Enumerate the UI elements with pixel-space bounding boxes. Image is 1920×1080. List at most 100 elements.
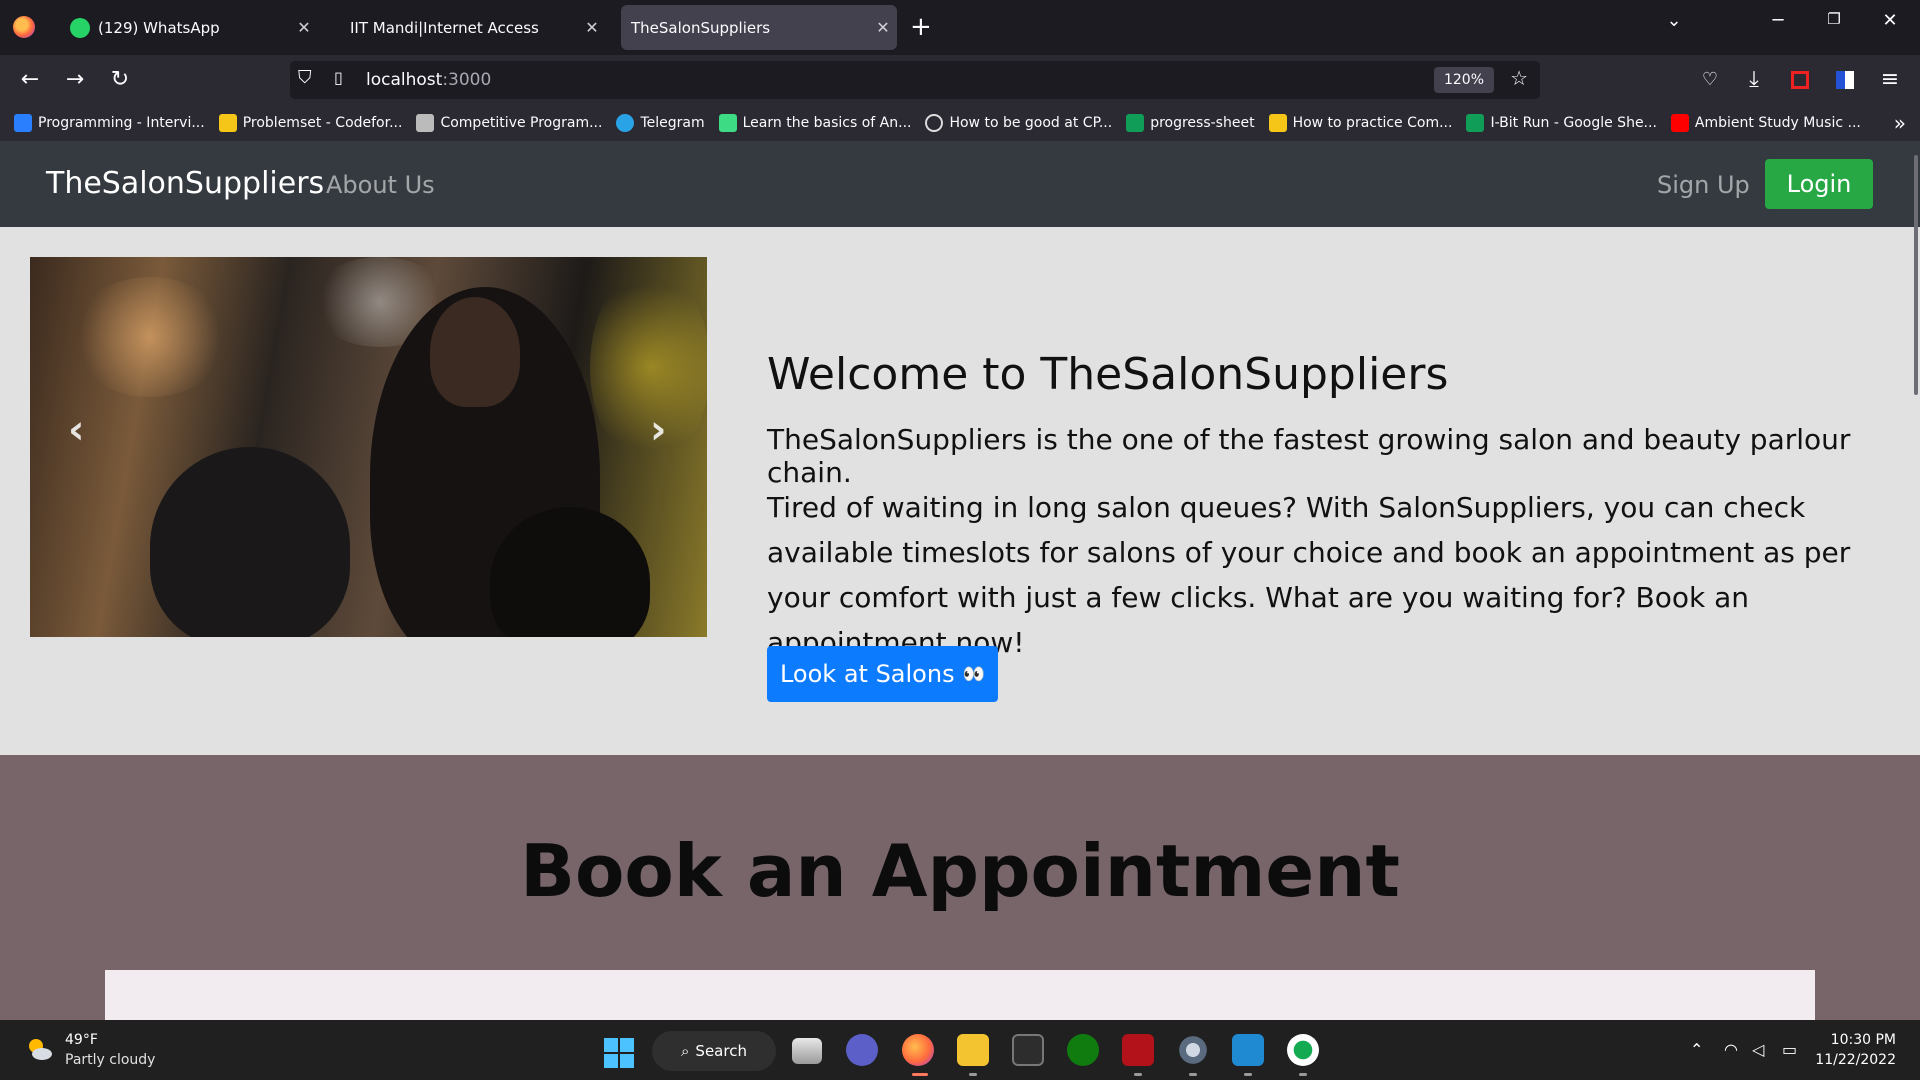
forward-icon[interactable]: → [59,65,91,95]
bookmark-favicon-icon [616,114,635,132]
xbox-icon[interactable] [1067,1034,1099,1066]
running-app-indicator [1134,1073,1142,1076]
firefox-icon[interactable] [13,16,35,38]
pocket-icon[interactable]: ♡ [1694,65,1726,95]
battery-icon[interactable]: ▭ [1782,1040,1797,1059]
page-viewport: TheSalonSuppliers About Us Sign Up Login… [0,141,1920,1020]
partly-cloudy-icon[interactable] [24,1034,54,1064]
tray-overflow-chevron-icon[interactable]: ⌃ [1690,1040,1703,1059]
search-icon: ⌕ [681,1042,690,1060]
bookmark-label: Problemset - Codefor... [242,115,403,131]
terminal-icon[interactable] [1012,1034,1044,1066]
carousel-next-icon[interactable]: › [650,407,666,453]
wifi-icon[interactable]: ◠ [1724,1040,1738,1059]
more-bookmarks-icon[interactable]: » [1894,111,1906,135]
carousel-prev-icon[interactable]: ‹ [68,407,84,453]
bookmark-item[interactable]: How to practice Com... [1268,114,1453,132]
tab-whatsapp[interactable]: (129) WhatsApp ✕ [56,5,318,50]
page-scrollbar[interactable] [1914,155,1918,395]
zoom-level-badge[interactable]: 120% [1433,67,1494,93]
settings-gear-icon[interactable] [1177,1034,1209,1066]
eyes-emoji-icon: 👀 [962,663,986,685]
reload-icon[interactable]: ↻ [104,65,136,95]
clock-time[interactable]: 10:30 PM [1831,1032,1896,1048]
tab-title: TheSalonSuppliers [631,18,771,37]
task-view-icon[interactable] [792,1038,822,1064]
firefox-taskbar-icon[interactable] [902,1034,934,1066]
volume-icon[interactable]: ◁ [1752,1040,1764,1059]
weather-description[interactable]: Partly cloudy [65,1052,155,1068]
close-tab-icon[interactable]: ✕ [869,18,897,37]
carousel-person-shape [430,297,520,407]
bookmark-favicon-icon [14,114,32,132]
bookmark-label: How to practice Com... [1292,115,1453,131]
vscode-icon[interactable] [1232,1034,1264,1066]
site-brand[interactable]: TheSalonSuppliers [46,166,324,201]
tab-thesalonsuppliers[interactable]: TheSalonSuppliers ✕ [621,5,897,50]
carousel-person-shape [150,447,350,637]
nav-link-sign-up[interactable]: Sign Up [1657,171,1750,199]
close-tab-icon[interactable]: ✕ [290,18,318,37]
download-icon[interactable]: ⤓ [1738,65,1770,95]
tab-bar: (129) WhatsApp ✕ IIT Mandi|Internet Acce… [0,0,1920,55]
carousel-light-blur [590,267,707,467]
red-app-icon[interactable] [1122,1034,1154,1066]
hero-subtitle: TheSalonSuppliers is the one of the fast… [767,423,1851,489]
bookmark-label: I-Bit Run - Google She... [1490,115,1657,131]
bookmark-label: Telegram [640,115,705,131]
bookmark-item[interactable]: Programming - Intervi... [14,114,205,132]
whatsapp-icon [70,17,90,38]
bookmark-favicon-icon [1126,114,1145,132]
look-at-salons-button[interactable]: Look at Salons 👀 [767,646,998,702]
bookmark-favicon-icon [1268,114,1287,132]
minimize-button[interactable]: ─ [1758,10,1798,31]
taskbar-search-button[interactable]: ⌕ Search [652,1031,776,1071]
bookmark-item[interactable]: I-Bit Run - Google She... [1466,114,1657,132]
search-label: Search [695,1042,747,1060]
back-icon[interactable]: ← [14,65,46,95]
weather-temperature[interactable]: 49°F [65,1032,98,1048]
restore-button[interactable]: ❐ [1814,10,1854,28]
page-info-icon[interactable]: ▯ [334,68,343,87]
bookmark-item[interactable]: How to be good at CP... [925,114,1112,132]
new-tab-button[interactable]: + [910,12,932,42]
bookmark-item[interactable]: Problemset - Codefor... [218,114,403,132]
carousel-light-blur [70,277,230,397]
address-bar[interactable]: ⛉ ▯ localhost:3000 120% ☆ [290,61,1540,99]
bookmark-label: Ambient Study Music ... [1694,115,1861,131]
url-text[interactable]: localhost:3000 [366,70,491,90]
bookmark-favicon-icon [416,114,435,132]
extension-red-icon[interactable] [1784,65,1816,95]
book-appointment-section: Book an Appointment [0,755,1920,1020]
close-tab-icon[interactable]: ✕ [578,18,606,37]
login-button[interactable]: Login [1765,159,1873,209]
bookmark-item[interactable]: progress-sheet [1126,114,1255,132]
teams-chat-icon[interactable] [846,1034,878,1066]
bookmark-item[interactable]: Competitive Program... [416,114,602,132]
bookmark-favicon-icon [1466,114,1485,132]
bookmark-item[interactable]: Ambient Study Music ... [1670,114,1861,132]
shield-icon[interactable]: ⛉ [298,67,312,88]
list-all-tabs-icon[interactable]: ⌄ [1654,10,1694,31]
tab-iit-mandi[interactable]: IIT Mandi|Internet Access ✕ [332,5,606,50]
button-label: Look at Salons [779,660,955,688]
url-host: localhost [366,70,443,90]
browser-toolbar: ← → ↻ ⛉ ▯ localhost:3000 120% ☆ ♡ ⤓ ≡ [0,55,1920,105]
close-window-button[interactable]: ✕ [1870,10,1910,31]
bookmark-item[interactable]: Learn the basics of An... [718,114,911,132]
menu-icon[interactable]: ≡ [1874,65,1906,95]
book-appointment-heading: Book an Appointment [520,829,1400,913]
bookmark-label: Competitive Program... [440,115,603,131]
bookmarks-bar: Programming - Intervi... Problemset - Co… [0,105,1920,141]
extension-colored-icon[interactable] [1829,65,1861,95]
bookmark-favicon-icon [218,114,237,132]
clock-date[interactable]: 11/22/2022 [1815,1052,1896,1068]
tab-title: IIT Mandi|Internet Access [350,18,539,37]
file-explorer-icon[interactable] [957,1034,989,1066]
running-app-indicator [1189,1073,1197,1076]
bookmark-star-icon[interactable]: ☆ [1510,66,1528,90]
windows-start-icon[interactable] [604,1038,634,1068]
mongodb-compass-icon[interactable] [1287,1034,1319,1066]
bookmark-item[interactable]: Telegram [616,114,705,132]
nav-link-about-us[interactable]: About Us [326,171,435,199]
